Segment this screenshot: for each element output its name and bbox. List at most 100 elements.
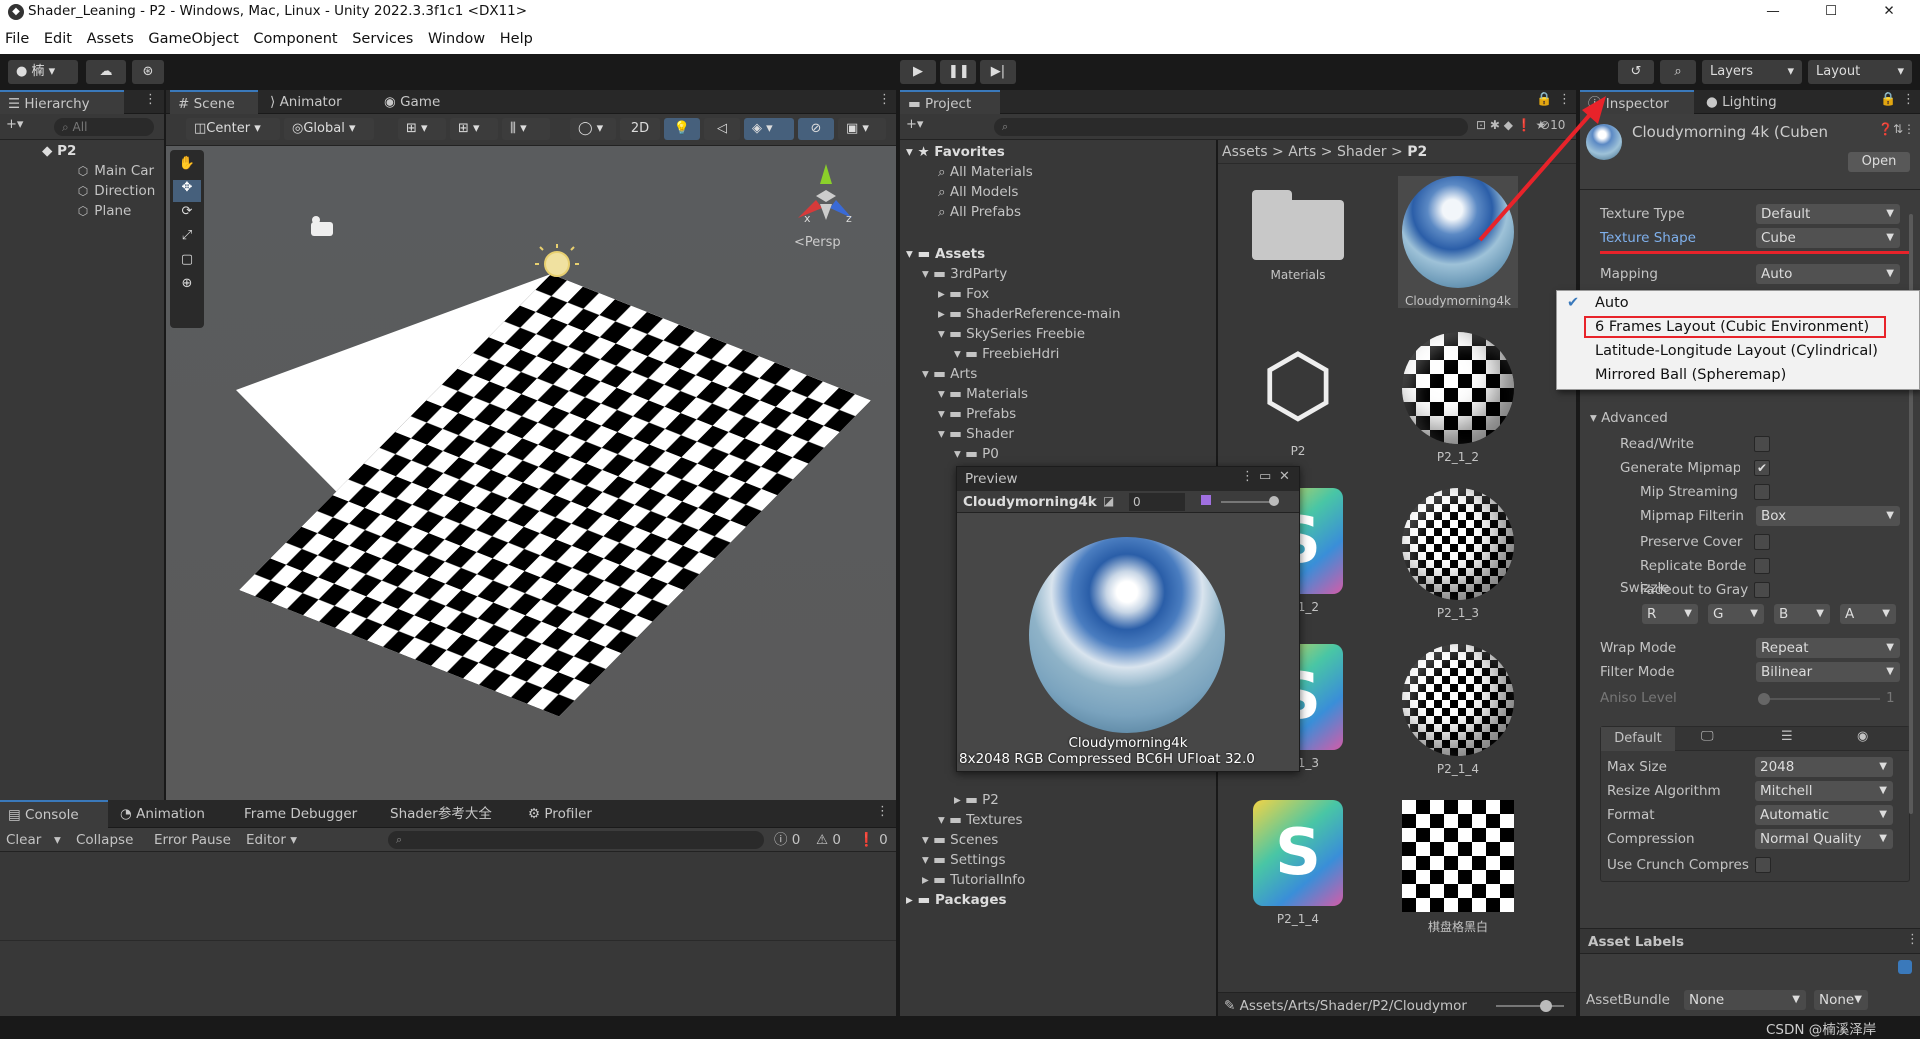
tab-shader-reference[interactable]: Shader参考大全	[382, 800, 500, 828]
swizzle-b-dropdown[interactable]: B ▼	[1774, 604, 1830, 624]
more-icon[interactable]: ⋮	[1902, 92, 1915, 107]
mip-field[interactable]: 0	[1129, 493, 1185, 511]
advanced-row-checkbox[interactable]	[1754, 558, 1770, 574]
asset-item[interactable]: 棋盘格黑白	[1398, 800, 1518, 935]
more-icon[interactable]: ⋮	[1241, 469, 1254, 484]
platform-tab-default[interactable]: Default	[1601, 727, 1675, 751]
add-icon[interactable]: +▾	[6, 117, 23, 132]
scene-canvas[interactable]: y x z <Persp	[166, 146, 896, 800]
folder-item[interactable]: ▾ ▬ Scenes	[922, 830, 998, 850]
expand-arrow-icon[interactable]: ▸	[906, 892, 917, 908]
asset-item[interactable]: P2_1_4	[1398, 644, 1518, 776]
warning-count[interactable]: ⚠ 0	[816, 830, 841, 850]
expand-arrow-icon[interactable]: ▾	[922, 366, 933, 382]
assetbundle-variant-dropdown[interactable]: None ▼	[1814, 990, 1868, 1010]
menu-help[interactable]: Help	[495, 24, 538, 47]
platform-row-dropdown[interactable]: Mitchell ▼	[1755, 781, 1893, 801]
transform-tool-icon[interactable]: ⊕	[173, 276, 201, 298]
cloud-icon[interactable]: ☁	[86, 60, 126, 84]
project-search-input[interactable]: ⌕	[994, 118, 1468, 136]
breadcrumb-item[interactable]: Arts	[1288, 144, 1316, 160]
asset-item[interactable]: P2_1_2	[1398, 332, 1518, 464]
mapping-option-6frames[interactable]: 6 Frames Layout (Cubic Environment)	[1583, 315, 1887, 339]
texture-type-dropdown[interactable]: Default ▼	[1756, 204, 1900, 224]
folder-item[interactable]: ▸ ▬ Fox	[938, 284, 989, 304]
more-icon[interactable]: ⋮	[876, 804, 889, 819]
scale-tool-icon[interactable]: ⤢	[173, 228, 201, 250]
mapping-option-auto[interactable]: ✔ Auto	[1557, 291, 1919, 315]
account-button[interactable]: ● 楠 ▾	[8, 60, 78, 84]
folder-item[interactable]: ▾ ▬ Arts	[922, 364, 977, 384]
help-icon[interactable]: ❓⇅⋮	[1878, 122, 1915, 136]
expand-arrow-icon[interactable]: ▸	[954, 792, 965, 808]
audio-icon[interactable]: ◁	[704, 118, 740, 140]
clear-button[interactable]: Clear	[6, 830, 41, 850]
grid-icon[interactable]: ⊞ ▾	[450, 118, 498, 140]
expand-arrow-icon[interactable]: ▾	[922, 832, 933, 848]
more-icon[interactable]: ⋮	[144, 92, 157, 107]
menu-assets[interactable]: Assets	[82, 24, 139, 47]
menu-file[interactable]: File	[0, 24, 34, 47]
channel-icon[interactable]	[1201, 495, 1211, 505]
rect-tool-icon[interactable]: ▢	[173, 252, 201, 274]
mapping-dropdown[interactable]: Auto ▼	[1756, 264, 1900, 284]
tab-hierarchy[interactable]: ☰ Hierarchy	[0, 90, 124, 114]
texture-shape-dropdown[interactable]: Cube ▼	[1756, 228, 1900, 248]
maximize-button[interactable]: ☐	[1808, 0, 1854, 24]
history-icon[interactable]: ↺	[1618, 60, 1654, 84]
server-icon[interactable]: ☰	[1781, 729, 1793, 744]
collab-icon[interactable]: ⊛	[132, 60, 164, 84]
step-icon[interactable]: ▶|	[980, 60, 1016, 84]
tab-profiler[interactable]: ⚙ Profiler	[520, 800, 600, 828]
effects-icon[interactable]: ◈ ▾	[744, 118, 794, 140]
hierarchy-item[interactable]: ⬡ Plane	[76, 201, 132, 221]
breadcrumb-item[interactable]: Assets	[1222, 144, 1268, 160]
collapse-button[interactable]: Collapse	[76, 830, 133, 850]
asset-item[interactable]: P2_1_3	[1398, 488, 1518, 620]
mapping-option-latlong[interactable]: Latitude-Longitude Layout (Cylindrical)	[1557, 339, 1919, 363]
pivot-dropdown[interactable]: ◫Center ▾	[186, 118, 280, 140]
tab-animator[interactable]: ⟩ Animator	[262, 90, 350, 114]
error-count[interactable]: ❗ 0	[858, 830, 888, 850]
expand-arrow-icon[interactable]: ▾	[954, 346, 965, 362]
platform-row-dropdown[interactable]: 2048 ▼	[1755, 757, 1893, 777]
advanced-foldout[interactable]: ▾ Advanced	[1590, 408, 1668, 428]
expand-arrow-icon[interactable]: ▾	[938, 426, 949, 442]
lighting-toggle-icon[interactable]: 💡	[664, 118, 700, 140]
favorite-item[interactable]: ⌕ All Materials	[938, 162, 1033, 182]
tab-console[interactable]: ▤ Console	[0, 800, 108, 828]
exposure-slider[interactable]	[1269, 496, 1279, 506]
open-button[interactable]: Open	[1848, 152, 1910, 172]
2d-toggle[interactable]: 2D	[620, 118, 660, 140]
expand-arrow-icon[interactable]: ▾	[954, 446, 965, 462]
tab-lighting[interactable]: ● Lighting	[1698, 90, 1785, 114]
maximize-icon[interactable]: ▭	[1259, 469, 1271, 484]
mapping-option-mirrored-ball[interactable]: Mirrored Ball (Spheremap)	[1557, 363, 1919, 387]
platform-row-dropdown[interactable]: Automatic ▼	[1755, 805, 1893, 825]
desktop-icon[interactable]: 🖵	[1701, 729, 1714, 744]
more-icon[interactable]: ⋮	[878, 92, 891, 107]
folder-item[interactable]: ▾ ▬ Materials	[938, 384, 1028, 404]
pause-icon[interactable]: ❚❚	[940, 60, 976, 84]
platform-row-dropdown[interactable]: Normal Quality ▼	[1755, 829, 1893, 849]
asset-item[interactable]: Materials	[1238, 176, 1358, 282]
aniso-slider-thumb[interactable]	[1758, 693, 1770, 705]
folder-item[interactable]: ▸ ▬ P2	[954, 790, 999, 810]
asset-item[interactable]: S P2_1_4	[1238, 800, 1358, 926]
swizzle-g-dropdown[interactable]: G ▼	[1708, 604, 1764, 624]
add-icon[interactable]: +▾	[906, 117, 923, 132]
advanced-row-checkbox[interactable]	[1754, 582, 1770, 598]
folder-item[interactable]: ▾ ▬ Shader	[938, 424, 1014, 444]
advanced-row-dropdown[interactable]: Box ▼	[1756, 506, 1900, 526]
console-search-input[interactable]: ⌕	[388, 831, 764, 849]
assetbundle-dropdown[interactable]: None ▼	[1684, 990, 1806, 1010]
wrap-mode-dropdown[interactable]: Repeat ▼	[1756, 638, 1900, 658]
menu-gameobject[interactable]: GameObject	[143, 24, 243, 47]
tab-scene[interactable]: # Scene	[170, 90, 258, 114]
favorite-item[interactable]: ⌕ All Models	[938, 182, 1018, 202]
android-icon[interactable]: ◉	[1857, 729, 1868, 744]
folder-item[interactable]: ▾ ▬ Assets	[906, 244, 985, 264]
increment-icon[interactable]: ⫼ ▾	[502, 118, 550, 140]
zoom-slider[interactable]	[1540, 1000, 1552, 1012]
rotate-tool-icon[interactable]: ⟳	[173, 204, 201, 226]
